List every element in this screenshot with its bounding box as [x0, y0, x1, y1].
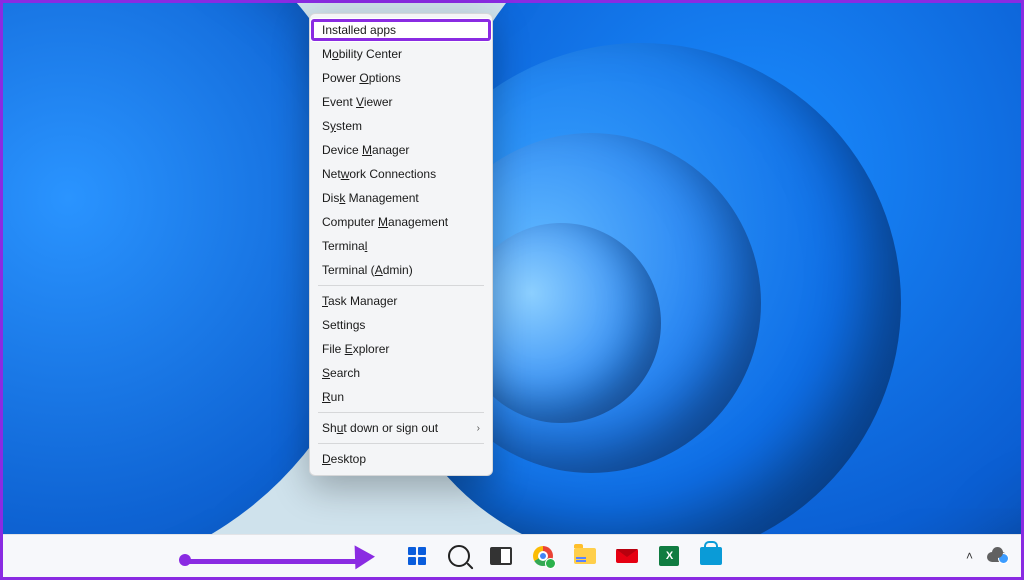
menu-item-label: Device Manager: [322, 143, 409, 157]
task-view-icon: [490, 547, 512, 565]
menu-item-label: Network Connections: [322, 167, 436, 181]
menu-item-label: Settings: [322, 318, 365, 332]
search-icon: [448, 545, 470, 567]
chrome-icon: [533, 546, 553, 566]
menu-item-system[interactable]: System: [310, 114, 492, 138]
menu-item-label: File Explorer: [322, 342, 389, 356]
start-button[interactable]: [405, 544, 429, 568]
menu-item-computer-management[interactable]: Computer Management: [310, 210, 492, 234]
menu-item-label: Disk Management: [322, 191, 419, 205]
taskbar-app-store[interactable]: [699, 544, 723, 568]
menu-item-label: Desktop: [322, 452, 366, 466]
taskbar-center: X: [163, 544, 966, 568]
menu-item-label: Event Viewer: [322, 95, 393, 109]
menu-item-desktop[interactable]: Desktop: [310, 447, 492, 471]
excel-icon: X: [659, 546, 679, 566]
menu-item-shut-down-or-sign-out[interactable]: Shut down or sign out ›: [310, 416, 492, 440]
wallpaper-bloom: [3, 3, 1021, 577]
taskbar: X ˄: [3, 534, 1021, 577]
menu-item-label: Terminal (Admin): [322, 263, 413, 277]
mail-icon: [616, 549, 638, 563]
menu-item-label: Task Manager: [322, 294, 397, 308]
menu-item-disk-management[interactable]: Disk Management: [310, 186, 492, 210]
menu-item-label: Installed apps: [322, 23, 396, 37]
taskbar-app-excel[interactable]: X: [657, 544, 681, 568]
menu-item-power-options[interactable]: Power Options: [310, 66, 492, 90]
taskbar-app-explorer[interactable]: [573, 544, 597, 568]
menu-separator: [318, 412, 484, 413]
search-button[interactable]: [447, 544, 471, 568]
taskbar-app-mail[interactable]: [615, 544, 639, 568]
menu-separator: [318, 285, 484, 286]
menu-item-task-manager[interactable]: Task Manager: [310, 289, 492, 313]
chevron-right-icon: ›: [467, 423, 480, 434]
menu-item-device-manager[interactable]: Device Manager: [310, 138, 492, 162]
menu-item-terminal-admin-[interactable]: Terminal (Admin): [310, 258, 492, 282]
task-view-button[interactable]: [489, 544, 513, 568]
menu-item-label: Computer Management: [322, 215, 448, 229]
tray-overflow-button[interactable]: ˄: [966, 549, 973, 563]
menu-item-label: Terminal: [322, 239, 367, 253]
menu-item-network-connections[interactable]: Network Connections: [310, 162, 492, 186]
winx-context-menu[interactable]: Installed apps Mobility Center Power Optio…: [309, 13, 493, 476]
system-tray: ˄: [966, 549, 1021, 563]
menu-item-label: Shut down or sign out: [322, 421, 438, 435]
menu-item-label: Power Options: [322, 71, 401, 85]
menu-item-run[interactable]: Run: [310, 385, 492, 409]
onedrive-icon[interactable]: [987, 550, 1007, 562]
menu-item-search[interactable]: Search: [310, 361, 492, 385]
taskbar-app-chrome[interactable]: [531, 544, 555, 568]
folder-icon: [574, 548, 596, 564]
menu-item-terminal[interactable]: Terminal: [310, 234, 492, 258]
menu-item-label: Run: [322, 390, 344, 404]
menu-item-label: Mobility Center: [322, 47, 402, 61]
menu-item-settings[interactable]: Settings: [310, 313, 492, 337]
menu-item-mobility-center[interactable]: Mobility Center: [310, 42, 492, 66]
store-icon: [700, 547, 722, 565]
menu-item-label: Search: [322, 366, 360, 380]
menu-item-file-explorer[interactable]: File Explorer: [310, 337, 492, 361]
menu-item-installed-apps[interactable]: Installed apps: [310, 18, 492, 42]
menu-item-label: System: [322, 119, 362, 133]
desktop: Installed apps Mobility Center Power Optio…: [0, 0, 1024, 580]
menu-item-event-viewer[interactable]: Event Viewer: [310, 90, 492, 114]
menu-separator: [318, 443, 484, 444]
